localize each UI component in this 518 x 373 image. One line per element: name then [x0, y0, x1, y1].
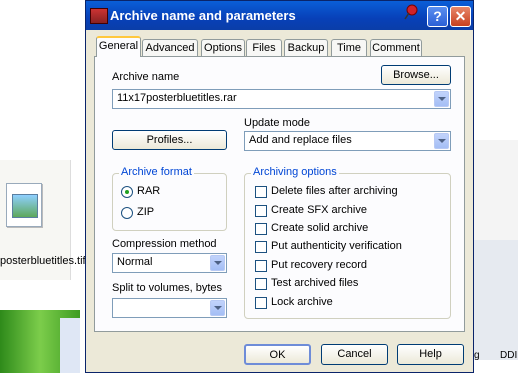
create-solid-label[interactable]: Create solid archive: [271, 222, 368, 234]
tab-advanced[interactable]: Advanced: [142, 39, 198, 56]
archive-name-label: Archive name: [112, 71, 180, 83]
tab-files[interactable]: Files: [246, 39, 282, 56]
background-text: g: [474, 350, 480, 361]
archive-name-combo[interactable]: 11x17posterbluetitles.rar: [112, 89, 451, 109]
help-title-button[interactable]: ?: [427, 6, 448, 27]
dialog-title: Archive name and parameters: [110, 8, 296, 23]
test-files-label[interactable]: Test archived files: [271, 277, 358, 289]
tab-comment[interactable]: Comment: [370, 39, 422, 56]
compression-label: Compression method: [112, 238, 217, 250]
archive-format-group: Archive format RAR ZIP: [112, 166, 227, 231]
desktop-strip: [60, 318, 80, 373]
checkbox-delete-files[interactable]: [255, 186, 267, 198]
recovery-record-label[interactable]: Put recovery record: [271, 259, 367, 271]
zip-label[interactable]: ZIP: [137, 206, 154, 218]
checkbox-test-files[interactable]: [255, 278, 267, 290]
archive-name-value: 11x17posterbluetitles.rar: [117, 92, 237, 104]
split-volumes-label: Split to volumes, bytes: [112, 282, 223, 294]
background-text: DDI: [500, 350, 518, 361]
checkbox-create-sfx[interactable]: [255, 205, 267, 217]
tab-options[interactable]: Options: [201, 39, 245, 56]
general-panel: Archive name Browse... 11x17posterblueti…: [94, 56, 465, 332]
archive-format-legend: Archive format: [119, 166, 194, 178]
compression-combo[interactable]: Normal: [112, 253, 227, 273]
ok-button[interactable]: OK: [244, 344, 311, 365]
help-button[interactable]: Help: [397, 344, 464, 365]
title-bar[interactable]: Archive name and parameters ? ✕: [86, 1, 473, 30]
cancel-button[interactable]: Cancel: [321, 344, 388, 365]
winrar-icon: [90, 8, 108, 24]
chevron-down-icon[interactable]: [210, 300, 225, 316]
file-name-label[interactable]: posterbluetitles.tif: [0, 255, 86, 267]
browse-button[interactable]: Browse...: [381, 65, 451, 85]
lock-archive-label[interactable]: Lock archive: [271, 296, 333, 308]
checkbox-authenticity[interactable]: [255, 241, 267, 253]
background-right-pane: [472, 140, 518, 360]
radio-rar[interactable]: [121, 186, 133, 198]
radio-zip[interactable]: [121, 207, 133, 219]
update-mode-label: Update mode: [244, 117, 311, 129]
chevron-down-icon[interactable]: [434, 91, 449, 107]
checkbox-recovery-record[interactable]: [255, 260, 267, 272]
authenticity-label[interactable]: Put authenticity verification: [271, 240, 402, 252]
image-file-icon[interactable]: [6, 183, 42, 227]
rar-label[interactable]: RAR: [137, 185, 160, 197]
chevron-down-icon[interactable]: [210, 255, 225, 271]
tab-general[interactable]: General: [96, 36, 141, 57]
checkbox-create-solid[interactable]: [255, 223, 267, 235]
archiving-options-group: Archiving options Delete files after arc…: [244, 166, 451, 319]
pin-icon[interactable]: [403, 4, 419, 20]
create-sfx-label[interactable]: Create SFX archive: [271, 204, 367, 216]
update-mode-combo[interactable]: Add and replace files: [244, 131, 451, 151]
split-volumes-combo[interactable]: [112, 298, 227, 318]
tab-time[interactable]: Time: [331, 39, 367, 56]
checkbox-lock-archive[interactable]: [255, 297, 267, 309]
chevron-down-icon[interactable]: [434, 133, 449, 149]
tab-backup[interactable]: Backup: [284, 39, 328, 56]
profiles-button[interactable]: Profiles...: [112, 130, 227, 150]
update-mode-value: Add and replace files: [249, 134, 352, 146]
close-button[interactable]: ✕: [450, 6, 471, 27]
compression-value: Normal: [117, 256, 153, 268]
archive-dialog: Archive name and parameters ? ✕ General …: [85, 0, 474, 373]
delete-files-label[interactable]: Delete files after archiving: [271, 185, 398, 197]
archiving-options-legend: Archiving options: [251, 166, 339, 178]
